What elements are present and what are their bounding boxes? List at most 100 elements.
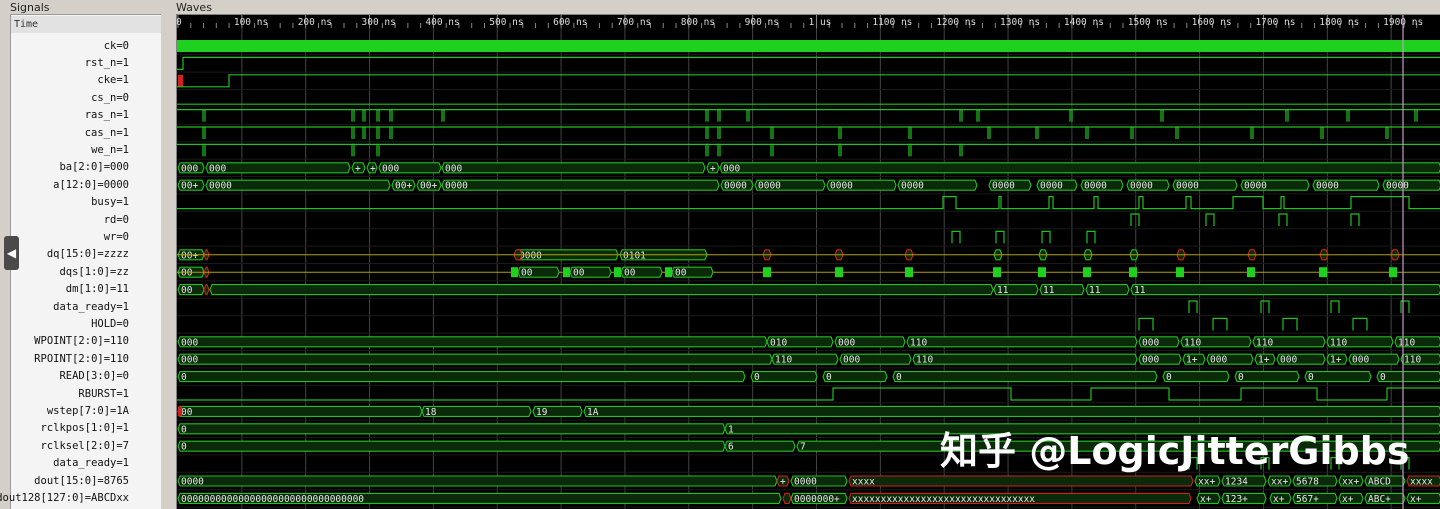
signal-name[interactable]: WPOINT[2:0]=110: [34, 333, 129, 350]
rpoint-bus-value: 000: [843, 355, 860, 366]
ba-bus-value: 000: [723, 163, 740, 174]
dm-bus: [209, 284, 994, 296]
rpoint-bus-value: 110: [775, 355, 792, 366]
signal-name[interactable]: dqs[1:0]=zz: [59, 264, 129, 281]
ba-bus-value: 000: [445, 163, 462, 174]
signal-name[interactable]: data_ready=1: [53, 455, 129, 472]
timeline-label: 500 ns: [489, 17, 523, 28]
signal-name[interactable]: ck=0: [104, 38, 129, 55]
dqs-bus-value: 00: [573, 268, 585, 279]
wpoint-bus: [906, 336, 1138, 348]
rpoint-bus-value: 1+: [1258, 355, 1270, 366]
timeline-label: 1100 ns: [872, 17, 912, 28]
wpoint-bus-value: 110: [1256, 337, 1273, 348]
signal-name[interactable]: dq[15:0]=zzzz: [47, 246, 129, 263]
wstep-bus-value: 18: [425, 407, 437, 418]
rpoint-bus: [912, 353, 1138, 365]
ba-bus-value: +: [355, 163, 361, 174]
timeline-label: 0: [177, 17, 182, 28]
wpoint-bus-value: 110: [1330, 337, 1347, 348]
data-ready-wave: [1400, 300, 1410, 313]
collapse-panel-handle[interactable]: ◀: [4, 236, 19, 270]
we-n-wave: [717, 143, 721, 157]
a-bus-value: 00+: [420, 181, 437, 192]
dout-bus-value: xx+: [1198, 477, 1215, 488]
signal-name[interactable]: cs_n=0: [91, 90, 129, 107]
dout-bus-value: xxxx: [1410, 477, 1433, 488]
signal-name[interactable]: dm[1:0]=11: [66, 281, 129, 298]
dq-bus-value: 00+: [181, 250, 198, 261]
read-bus: [750, 371, 818, 383]
signal-name[interactable]: ba[2:0]=000: [59, 159, 129, 176]
signals-panel: Signals Time ck=0 rst_n=1 cke=1 cs_n=0 ras_n…: [0, 0, 166, 509]
signal-name[interactable]: RPOINT[2:0]=110: [34, 351, 129, 368]
wstep-bus-value: 19: [536, 407, 548, 418]
read-bus-value: 0: [896, 372, 902, 383]
dqs-toggle: [1389, 267, 1397, 278]
hold-wave: [1282, 317, 1298, 331]
read-bus: [822, 371, 888, 383]
dqs-toggle: [1319, 267, 1327, 278]
chevron-left-icon: ◀: [6, 246, 17, 260]
ras-n-wave: [389, 109, 393, 122]
rburst-wave: [177, 387, 1440, 401]
signal-list[interactable]: Time ck=0 rst_n=1 cke=1 cs_n=0 ras_n=1 cas_n=…: [0, 14, 161, 509]
rclkpos-bus-value: 0: [181, 424, 187, 435]
read-bus-value: 0: [1166, 372, 1172, 383]
signal-name[interactable]: rclksel[2:0]=7: [40, 438, 129, 455]
rpoint-bus-value: 000: [1352, 355, 1369, 366]
timeline-label: 1800 ns: [1319, 17, 1359, 28]
dm-bus-value: 11: [1043, 285, 1055, 296]
timeline-label: 300 ns: [362, 17, 396, 28]
signal-name[interactable]: rd=0: [104, 212, 129, 229]
rclksel-bus: [724, 440, 796, 452]
dqs-toggle: [563, 267, 570, 278]
cas-n-wave: [362, 126, 366, 139]
signal-name[interactable]: rclkpos[1:0]=1: [40, 420, 129, 437]
rclksel-bus-value: 6: [728, 442, 734, 453]
a-bus-value: 0000: [1316, 181, 1339, 192]
cas-n-wave: [351, 126, 355, 139]
dm-bus-value: 00: [181, 285, 193, 296]
we-n-wave: [770, 143, 774, 157]
data-ready-wave: [1188, 300, 1198, 313]
dout128-bus-value: x+: [1200, 494, 1212, 505]
wpoint-bus-value: 010: [770, 337, 787, 348]
dm-bus: [203, 284, 210, 296]
signal-name[interactable]: cas_n=1: [85, 125, 129, 142]
read-bus: [1234, 371, 1300, 383]
we-n-wave: [959, 143, 963, 157]
a-bus-value: 0000: [1040, 181, 1063, 192]
wr-wave: [1041, 230, 1051, 244]
read-bus-value: 0: [754, 372, 760, 383]
read-bus-value: 0: [1238, 372, 1244, 383]
signal-name[interactable]: we_n=1: [91, 142, 129, 159]
signal-name[interactable]: data_ready=1: [53, 299, 129, 316]
hold-wave: [1352, 317, 1368, 331]
rpoint-bus: [177, 353, 773, 365]
signal-name[interactable]: dout128[127:0]=ABCDxx: [0, 490, 129, 507]
rpoint-bus-value: 110: [916, 355, 933, 366]
read-bus-value: 0: [826, 372, 832, 383]
dout-bus: [848, 475, 1194, 487]
ba-bus-value: 000: [209, 163, 226, 174]
we-n-wave: [202, 143, 206, 157]
signal-name[interactable]: a[12:0]=0000: [53, 177, 129, 194]
signal-name[interactable]: dout[15:0]=8765: [34, 473, 129, 490]
signal-name[interactable]: READ[3:0]=0: [59, 368, 129, 385]
ras-n-wave: [1285, 109, 1289, 122]
a-bus-value: 0000: [1130, 181, 1153, 192]
signal-name[interactable]: wstep[7:0]=1A: [47, 403, 129, 420]
signal-name[interactable]: HOLD=0: [91, 316, 129, 333]
signal-name[interactable]: ras_n=1: [85, 107, 129, 124]
signal-name[interactable]: cke=1: [97, 72, 129, 89]
dout128-bus-value: ABC+: [1368, 494, 1391, 505]
signal-name[interactable]: busy=1: [91, 194, 129, 211]
signal-name[interactable]: wr=0: [104, 229, 129, 246]
data-ready-wave: [1330, 300, 1340, 313]
signal-name[interactable]: RBURST=1: [78, 386, 129, 403]
timeline-label: 1500 ns: [1128, 17, 1168, 28]
dqs-toggle: [763, 267, 771, 278]
ba-bus-value: +: [370, 163, 376, 174]
signal-name[interactable]: rst_n=1: [85, 55, 129, 72]
